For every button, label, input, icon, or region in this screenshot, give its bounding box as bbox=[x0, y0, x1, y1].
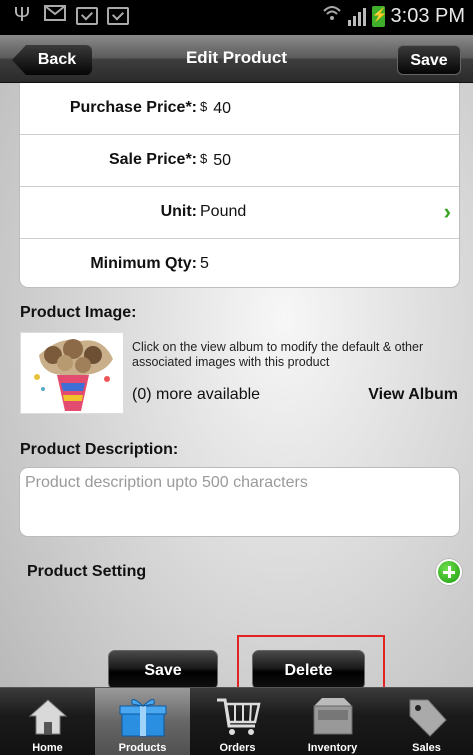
purchase-price-field[interactable]: $40 bbox=[200, 99, 231, 118]
unit-value: Pound bbox=[200, 203, 247, 220]
status-bar: Ψ 3:03 PM bbox=[0, 0, 473, 35]
sale-price-label: Sale Price*: bbox=[108, 151, 197, 168]
email-icon bbox=[43, 4, 67, 26]
tag-icon bbox=[404, 696, 450, 741]
header-save-button[interactable]: Save bbox=[397, 45, 461, 75]
product-description-label: Product Description: bbox=[20, 441, 179, 458]
product-image-label: Product Image: bbox=[20, 304, 137, 321]
checkbox-icon bbox=[107, 7, 129, 25]
cart-icon bbox=[215, 696, 261, 741]
home-icon bbox=[26, 696, 70, 739]
image-help-text: Click on the view album to modify the de… bbox=[132, 340, 424, 369]
tab-label: Home bbox=[32, 742, 63, 754]
tab-label: Orders bbox=[219, 742, 256, 754]
checkbox-icon bbox=[76, 7, 98, 25]
signal-icon bbox=[347, 6, 366, 26]
product-form-card: Purchase Price*: $40 Sale Price*: $50 Un… bbox=[19, 83, 460, 288]
add-setting-plus-icon[interactable] bbox=[436, 559, 462, 585]
tab-label: Products bbox=[118, 742, 167, 754]
unit-label: Unit: bbox=[160, 203, 197, 220]
battery-charging-icon bbox=[371, 5, 388, 27]
tab-products[interactable]: Products bbox=[95, 688, 190, 755]
purchase-price-label: Purchase Price*: bbox=[69, 99, 197, 116]
sale-price-value: 50 bbox=[213, 152, 232, 169]
wifi-icon bbox=[322, 4, 342, 28]
tab-sales[interactable]: Sales bbox=[380, 688, 473, 755]
currency-symbol: $ bbox=[200, 99, 208, 114]
product-thumbnail[interactable] bbox=[20, 332, 124, 414]
minimum-qty-label: Minimum Qty: bbox=[90, 255, 197, 272]
purchase-price-row[interactable]: Purchase Price*: $40 bbox=[20, 83, 459, 135]
sale-price-field[interactable]: $50 bbox=[200, 151, 231, 170]
purchase-price-value: 40 bbox=[213, 100, 232, 117]
view-album-link[interactable]: View Album bbox=[368, 386, 458, 404]
unit-row[interactable]: Unit: Pound › bbox=[20, 187, 459, 239]
tab-inventory[interactable]: Inventory bbox=[285, 688, 380, 755]
usb-icon: Ψ bbox=[13, 4, 31, 26]
chevron-right-icon[interactable]: › bbox=[444, 199, 451, 225]
inventory-box-icon bbox=[310, 696, 356, 741]
tab-home[interactable]: Home bbox=[0, 688, 95, 755]
clock: 3:03 PM bbox=[390, 4, 465, 27]
app-header: Back Edit Product Save bbox=[0, 35, 473, 83]
bottom-tab-bar: Home Products Orders Inventory Sales bbox=[0, 687, 473, 755]
tab-label: Inventory bbox=[307, 742, 358, 754]
tab-label: Sales bbox=[412, 742, 441, 754]
tab-orders[interactable]: Orders bbox=[190, 688, 285, 755]
more-available-text: (0) more available bbox=[132, 386, 261, 403]
currency-symbol: $ bbox=[200, 151, 208, 166]
minimum-qty-row[interactable]: Minimum Qty: 5 bbox=[20, 239, 459, 291]
product-setting-label: Product Setting bbox=[27, 563, 147, 580]
product-description-input[interactable]: Product description upto 500 characters bbox=[19, 467, 460, 537]
sale-price-row[interactable]: Sale Price*: $50 bbox=[20, 135, 459, 187]
save-button[interactable]: Save bbox=[108, 650, 218, 690]
gift-icon bbox=[118, 696, 168, 741]
minimum-qty-value[interactable]: 5 bbox=[200, 255, 209, 273]
